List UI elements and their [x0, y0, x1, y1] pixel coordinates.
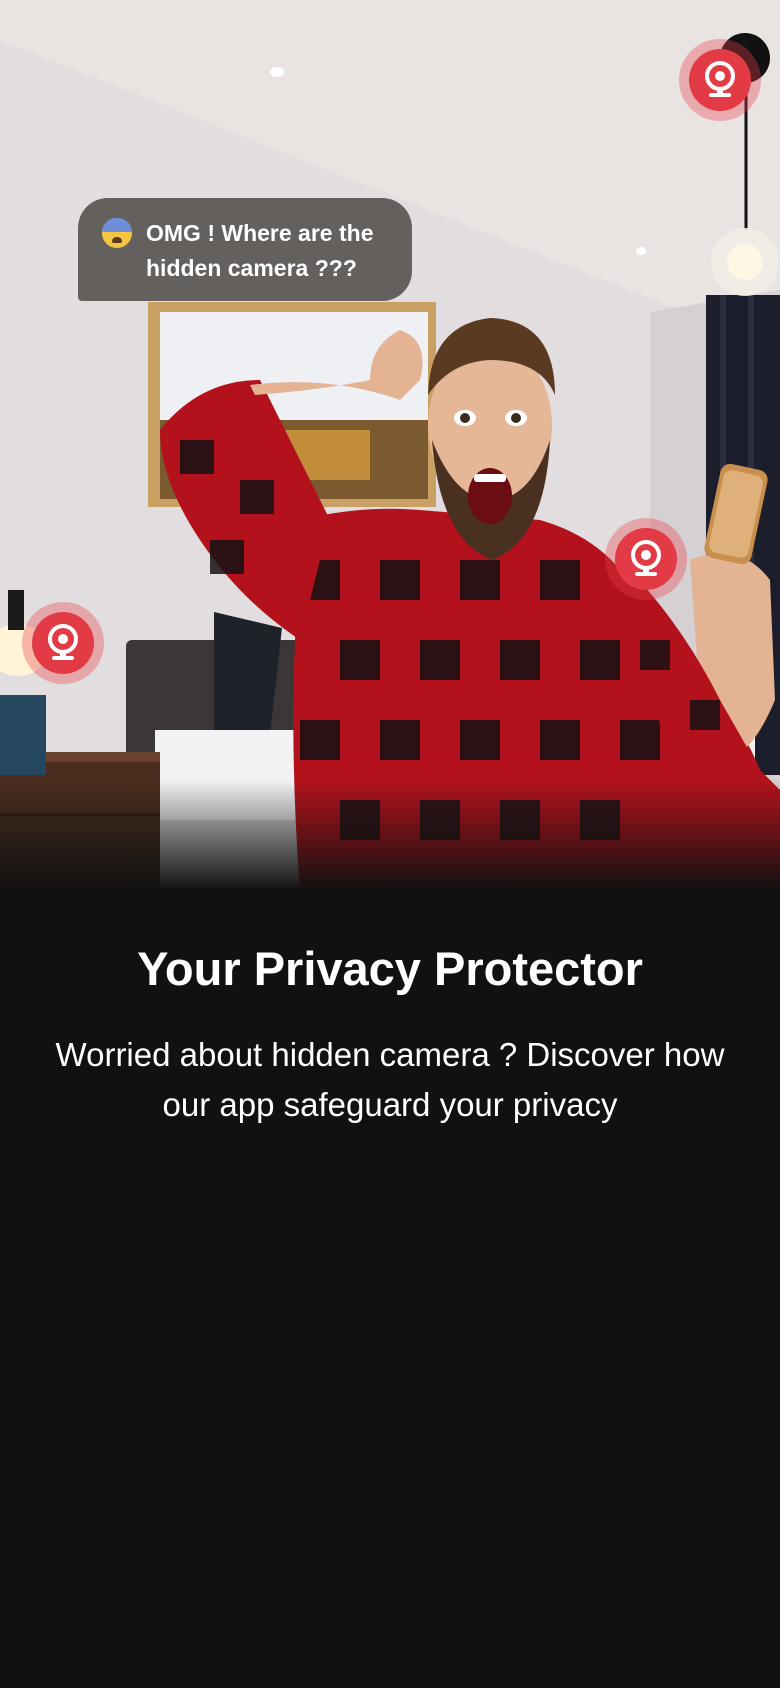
speech-bubble: OMG ! Where are the hidden camera ??? — [78, 198, 412, 301]
hero-illustration: OMG ! Where are the hidden camera ??? — [0, 0, 780, 890]
fearful-face-icon — [102, 218, 132, 248]
webcam-icon — [48, 624, 78, 660]
camera-marker-lamp — [22, 602, 104, 684]
page-description: Worried about hidden camera ? Discover h… — [55, 1036, 725, 1123]
webcam-icon — [631, 540, 661, 576]
bedroom-scene-image — [0, 0, 780, 890]
camera-marker-ceiling — [679, 39, 761, 121]
camera-marker-person — [605, 518, 687, 600]
speech-bubble-text: OMG ! Where are the hidden camera ??? — [146, 220, 374, 281]
hero-bottom-fade — [0, 780, 780, 890]
webcam-icon — [705, 61, 735, 97]
page-title: Your Privacy Protector — [137, 942, 643, 995]
